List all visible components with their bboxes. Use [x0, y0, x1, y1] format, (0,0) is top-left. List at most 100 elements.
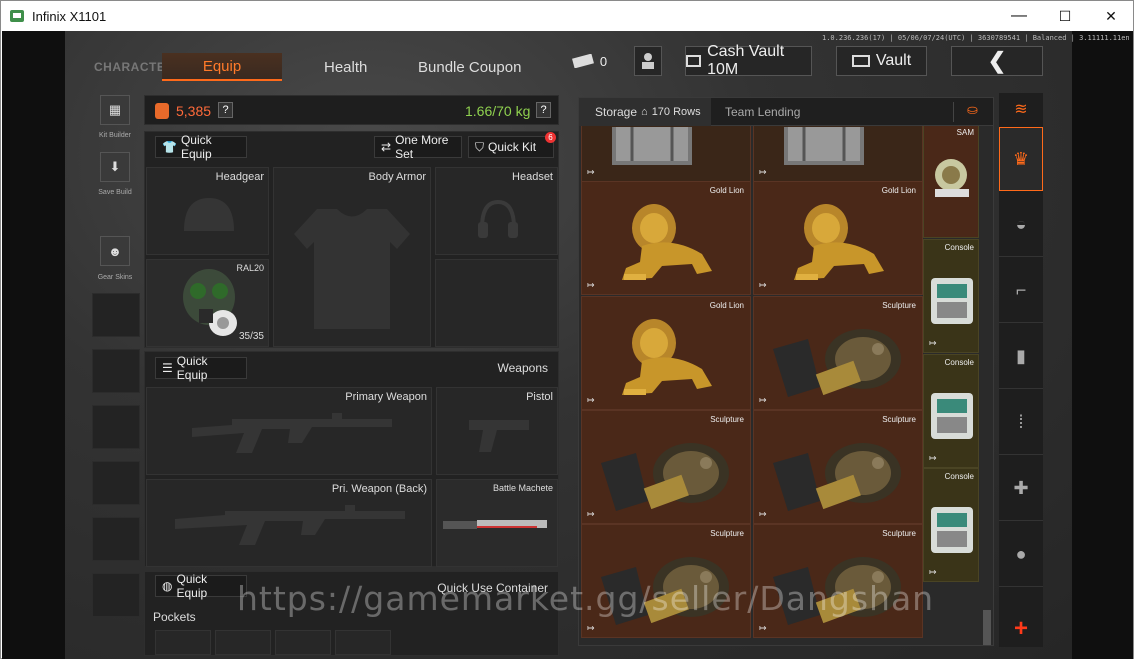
tab-equip[interactable]: Equip [162, 53, 282, 81]
storage-item-case[interactable]: ↦ [753, 126, 923, 182]
category-weapons[interactable]: ⌐ [999, 259, 1043, 323]
primary-weapon-label: Primary Weapon [345, 391, 427, 403]
shirt-icon: 👕 [162, 140, 177, 154]
gold-lion-icon [622, 319, 712, 395]
item-name: Console [944, 358, 974, 367]
primary-back-slot[interactable]: Pri. Weapon (Back) [146, 479, 432, 567]
storage-item-lion[interactable]: Gold Lion ↦ [753, 181, 923, 295]
item-action-icon[interactable]: ↦ [759, 509, 767, 520]
trader-button[interactable] [634, 46, 662, 76]
save-build-button[interactable]: ⬇ [100, 152, 130, 182]
tab-storage[interactable]: Storage ⌂ 170 Rows [579, 98, 711, 126]
cash-vault-label: Cash Vault 10M [707, 43, 785, 78]
pocket-slot[interactable] [155, 630, 211, 655]
storage-item-sculpture[interactable]: Sculpture ↦ [753, 296, 923, 410]
item-image [612, 311, 722, 408]
weapons-quick-equip-button[interactable]: ☰ Quick Equip [155, 354, 247, 382]
storage-item-case[interactable]: ↦ [581, 126, 751, 182]
category-ammo[interactable]: ⁞ [999, 391, 1043, 455]
body-armor-slot[interactable]: Body Armor [273, 167, 431, 347]
storage-scrollbar[interactable] [983, 610, 991, 645]
item-action-icon[interactable]: ↦ [759, 280, 767, 291]
cash-vault-button[interactable]: Cash Vault 10M [685, 43, 812, 78]
tab-bundle-coupon[interactable]: Bundle Coupon [418, 53, 521, 81]
grenade-icon: ◍ [162, 579, 173, 593]
item-image [768, 319, 908, 406]
rifle-back-icon [175, 505, 405, 545]
item-action-icon[interactable]: ↦ [759, 623, 767, 634]
kit-builder-button[interactable]: ▦ [100, 95, 130, 125]
save-build-icon: ⬇ [109, 159, 121, 174]
category-treasures[interactable]: ♛ [999, 127, 1043, 191]
gas-mask-icon [183, 269, 237, 336]
tab-health[interactable]: Health [324, 53, 367, 81]
storage-side-item-medal[interactable]: SAM [923, 126, 979, 238]
storage-side-item-console[interactable]: Console ↦ [923, 239, 979, 353]
primary-weapon-slot[interactable]: Primary Weapon [146, 387, 432, 475]
storage-side-item-console[interactable]: Console ↦ [923, 468, 979, 582]
item-action-icon[interactable]: ↦ [587, 395, 595, 406]
category-all[interactable]: ≋ [999, 93, 1043, 125]
money-help-icon[interactable]: ? [218, 102, 233, 118]
container-quick-equip-label: Quick Equip [176, 572, 208, 600]
ticket-counter[interactable]: 0 [567, 46, 612, 76]
item-image [768, 433, 908, 520]
minimize-button[interactable]: — [996, 1, 1042, 31]
headgear-label: Headgear [215, 171, 264, 183]
mask-slot[interactable]: RAL20 35/35 [146, 259, 269, 347]
grenade-category-icon: ● [1015, 544, 1027, 564]
close-button[interactable]: ✕ [1088, 1, 1134, 31]
pocket-slot[interactable] [275, 630, 331, 655]
vault-button[interactable]: Vault [836, 46, 927, 76]
empty-gear-slot[interactable] [435, 259, 558, 347]
item-action-icon[interactable]: ↦ [929, 338, 937, 349]
medical-icon: ✚ [1013, 478, 1029, 498]
item-action-icon[interactable]: ↦ [759, 395, 767, 406]
empty-side-slot [92, 517, 140, 561]
gear-skins-label: Gear Skins [97, 274, 133, 281]
back-button[interactable]: ❮ [951, 46, 1043, 76]
gear-panel: 👕 Quick Equip ⇄ One More Set ⛉ Quick Kit 6 … [144, 131, 559, 348]
storage-item-sculpture[interactable]: Sculpture ↦ [581, 410, 751, 524]
item-action-icon[interactable]: ↦ [587, 623, 595, 634]
pocket-slot[interactable] [215, 630, 271, 655]
container-quick-equip-button[interactable]: ◍ Quick Equip [155, 572, 247, 600]
pocket-slot[interactable] [335, 630, 391, 655]
quick-kit-button[interactable]: ⛉ Quick Kit [468, 136, 554, 158]
category-magazines[interactable]: ▮ [999, 325, 1043, 389]
pockets-label: Pockets [153, 610, 196, 624]
item-action-icon[interactable]: ↦ [587, 167, 595, 178]
item-action-icon[interactable]: ↦ [759, 167, 767, 178]
item-action-icon[interactable]: ↦ [587, 509, 595, 520]
storage-item-lion[interactable]: Gold Lion ↦ [581, 181, 751, 295]
headset-slot[interactable]: Headset [435, 167, 558, 255]
category-add-button[interactable]: + [999, 613, 1043, 645]
item-image [596, 433, 736, 520]
item-action-icon[interactable]: ↦ [929, 453, 937, 464]
category-medical[interactable]: ✚ [999, 457, 1043, 521]
category-grenades[interactable]: ● [999, 523, 1043, 587]
headset-label: Headset [512, 171, 553, 183]
melee-slot[interactable]: Battle Machete [436, 479, 558, 567]
window-title: Infinix X1101 [32, 9, 107, 24]
one-more-set-button[interactable]: ⇄ One More Set [374, 133, 462, 161]
title-bar: Infinix X1101 — ☐ ✕ [1, 1, 1133, 31]
item-action-icon[interactable]: ↦ [929, 567, 937, 578]
item-action-icon[interactable]: ↦ [587, 280, 595, 291]
pistol-slot[interactable]: Pistol [436, 387, 558, 475]
sort-icon[interactable]: ⛀ [953, 102, 991, 122]
category-helmets[interactable]: ◒ [999, 193, 1043, 257]
maximize-button[interactable]: ☐ [1042, 1, 1088, 31]
helmet-category-icon: ◒ [1015, 214, 1027, 234]
helmet-icon [184, 198, 234, 231]
headgear-slot[interactable]: Headgear [146, 167, 269, 255]
storage-item-lion[interactable]: Gold Lion ↦ [581, 296, 751, 410]
weight-help-icon[interactable]: ? [536, 102, 551, 118]
tab-team-lending[interactable]: Team Lending [725, 105, 800, 119]
storage-panel: Storage ⌂ 170 Rows Team Lending ⛀ ↦ ↦ Gold… [578, 97, 994, 646]
storage-side-item-console[interactable]: Console ↦ [923, 354, 979, 468]
empty-side-slot [92, 573, 140, 617]
storage-item-sculpture[interactable]: Sculpture ↦ [753, 410, 923, 524]
gear-quick-equip-button[interactable]: 👕 Quick Equip [155, 133, 247, 161]
gear-skins-button[interactable]: ☻ [100, 236, 130, 266]
